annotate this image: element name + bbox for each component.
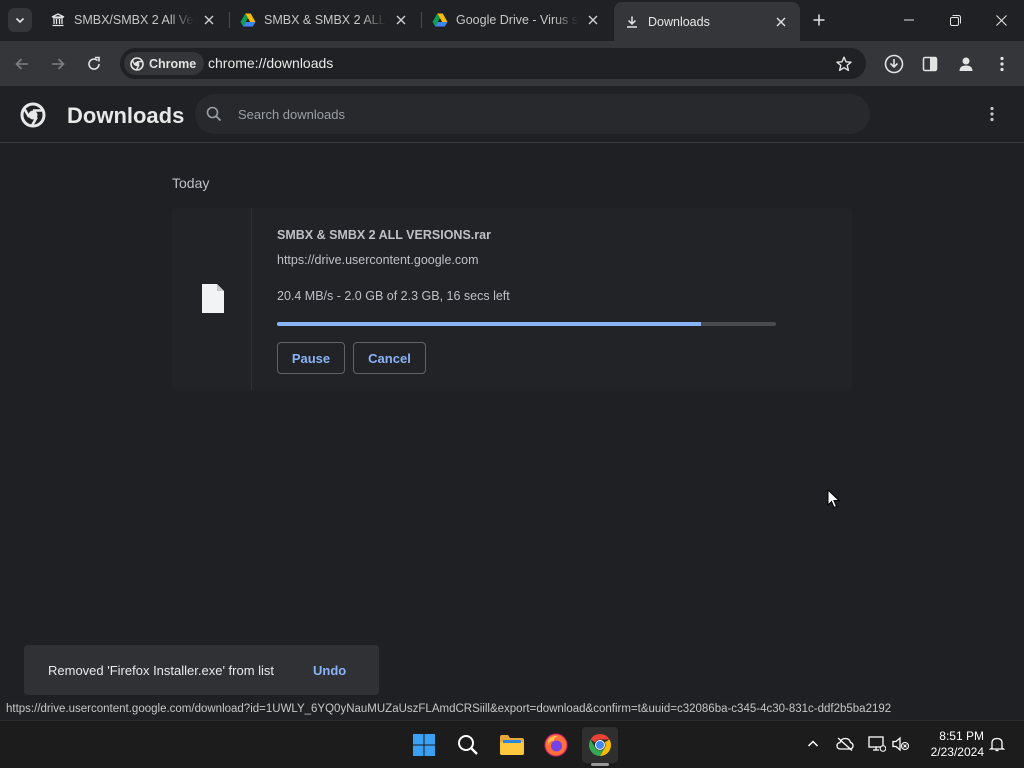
page-title: Downloads [67, 103, 185, 128]
tab-title: Google Drive - Virus scan warning [456, 13, 578, 27]
onedrive-tray-icon[interactable] [834, 733, 856, 755]
chrome-icon [130, 56, 144, 71]
tab-title: SMBX/SMBX 2 All Versions [74, 13, 194, 27]
browser-toolbar: Chrome chrome://downloads [0, 41, 1024, 86]
chevron-down-icon [15, 17, 25, 24]
google-drive-icon [240, 12, 256, 28]
minimize-button[interactable] [886, 0, 932, 40]
tab-strip: SMBX/SMBX 2 All Versions SMBX & SMBX 2 A… [0, 0, 1024, 41]
network-tray-icon[interactable] [866, 733, 888, 755]
url-text[interactable]: chrome://downloads [208, 55, 333, 71]
active-app-indicator [591, 763, 609, 766]
side-panel-button[interactable] [918, 52, 942, 76]
google-drive-icon [432, 12, 448, 28]
windows-logo-icon [413, 734, 435, 756]
notifications-button[interactable] [986, 733, 1008, 755]
close-tab-icon[interactable] [200, 11, 218, 29]
kebab-menu-icon [1000, 56, 1004, 72]
link-status-bar: https://drive.usercontent.google.com/dow… [0, 700, 898, 720]
tab-title: Downloads [648, 14, 710, 29]
museum-icon [50, 12, 66, 28]
mouse-cursor-icon [827, 489, 840, 509]
downloads-header: Downloads [0, 86, 1024, 143]
removed-toast: Removed 'Firefox Installer.exe' from lis… [24, 645, 379, 695]
tab-smbx-all-versions[interactable]: SMBX & SMBX 2 ALL VERSIONS [230, 0, 420, 40]
chrome-menu-button[interactable] [990, 52, 1014, 76]
avatar-icon [959, 57, 973, 71]
download-icon-column [172, 208, 252, 390]
undo-button[interactable]: Undo [313, 663, 346, 678]
back-button[interactable] [9, 51, 35, 77]
minimize-icon [904, 19, 914, 21]
firefox-button[interactable] [538, 727, 574, 763]
star-icon [836, 56, 852, 72]
windows-taskbar: 8:51 PM 2/23/2024 [0, 720, 1024, 768]
close-tab-icon[interactable] [584, 11, 602, 29]
restore-icon [949, 14, 961, 26]
downloads-menu-button[interactable] [982, 104, 1002, 124]
firefox-icon [544, 733, 568, 757]
close-window-button[interactable] [978, 0, 1024, 40]
clock-time: 8:51 PM [939, 729, 984, 743]
download-circle-icon [884, 54, 904, 74]
kebab-menu-icon [990, 106, 994, 122]
reload-icon [88, 56, 100, 70]
chip-label: Chrome [149, 56, 197, 71]
chrome-color-icon [589, 734, 611, 756]
download-status: 20.4 MB/s - 2.0 GB of 2.3 GB, 16 secs le… [277, 289, 510, 303]
cloud-offline-icon [836, 737, 854, 751]
volume-tray-icon[interactable] [890, 733, 912, 755]
address-bar[interactable]: Chrome chrome://downloads [120, 48, 866, 79]
search-downloads-box[interactable] [195, 94, 870, 134]
download-progress-bar [277, 322, 776, 326]
search-input[interactable] [238, 94, 838, 134]
profile-button[interactable] [954, 52, 978, 76]
file-explorer-button[interactable] [494, 727, 530, 763]
tab-downloads[interactable]: Downloads [614, 2, 800, 41]
close-tab-icon[interactable] [392, 11, 410, 29]
chrome-taskbar-button[interactable] [582, 727, 618, 763]
date-section-label: Today [172, 175, 210, 191]
start-button[interactable] [406, 727, 442, 763]
close-icon [995, 14, 1007, 26]
tab-title: SMBX & SMBX 2 ALL VERSIONS [264, 13, 386, 27]
bell-icon [989, 737, 1005, 752]
speaker-muted-icon [892, 736, 910, 752]
tab-search-button[interactable] [8, 8, 32, 32]
chevron-up-icon [807, 740, 819, 747]
network-monitor-icon [868, 736, 886, 752]
chrome-logo-icon [20, 102, 46, 128]
file-icon [202, 284, 224, 313]
search-icon [206, 106, 222, 122]
folder-icon [500, 735, 524, 755]
show-hidden-icons-button[interactable] [802, 733, 824, 755]
forward-button[interactable] [45, 51, 71, 77]
search-icon [458, 735, 478, 755]
download-icon [624, 14, 640, 30]
downloads-toolbar-button[interactable] [882, 52, 906, 76]
file-source-url[interactable]: https://drive.usercontent.google.com [277, 253, 479, 267]
file-name[interactable]: SMBX & SMBX 2 ALL VERSIONS.rar [277, 228, 491, 242]
search-taskbar-button[interactable] [450, 727, 486, 763]
clock-date: 2/23/2024 [930, 745, 984, 759]
pause-button[interactable]: Pause [277, 342, 345, 374]
restore-button[interactable] [932, 0, 978, 40]
cancel-button[interactable]: Cancel [353, 342, 426, 374]
arrow-right-icon [52, 58, 65, 70]
tab-smbx-versions[interactable]: SMBX/SMBX 2 All Versions [40, 0, 228, 40]
bookmark-button[interactable] [834, 54, 854, 74]
side-panel-icon [922, 56, 938, 72]
tab-virus-scan-warning[interactable]: Google Drive - Virus scan warning [422, 0, 612, 40]
site-info-chip[interactable]: Chrome [124, 52, 205, 75]
close-tab-icon[interactable] [772, 13, 790, 31]
progress-fill [277, 322, 702, 326]
system-clock[interactable]: 8:51 PM 2/23/2024 [922, 728, 984, 760]
toast-message: Removed 'Firefox Installer.exe' from lis… [48, 663, 275, 678]
download-item: SMBX & SMBX 2 ALL VERSIONS.rar https://d… [172, 208, 852, 390]
arrow-left-icon [15, 58, 28, 70]
plus-icon [813, 14, 825, 26]
new-tab-button[interactable] [808, 9, 830, 31]
reload-button[interactable] [81, 51, 107, 77]
